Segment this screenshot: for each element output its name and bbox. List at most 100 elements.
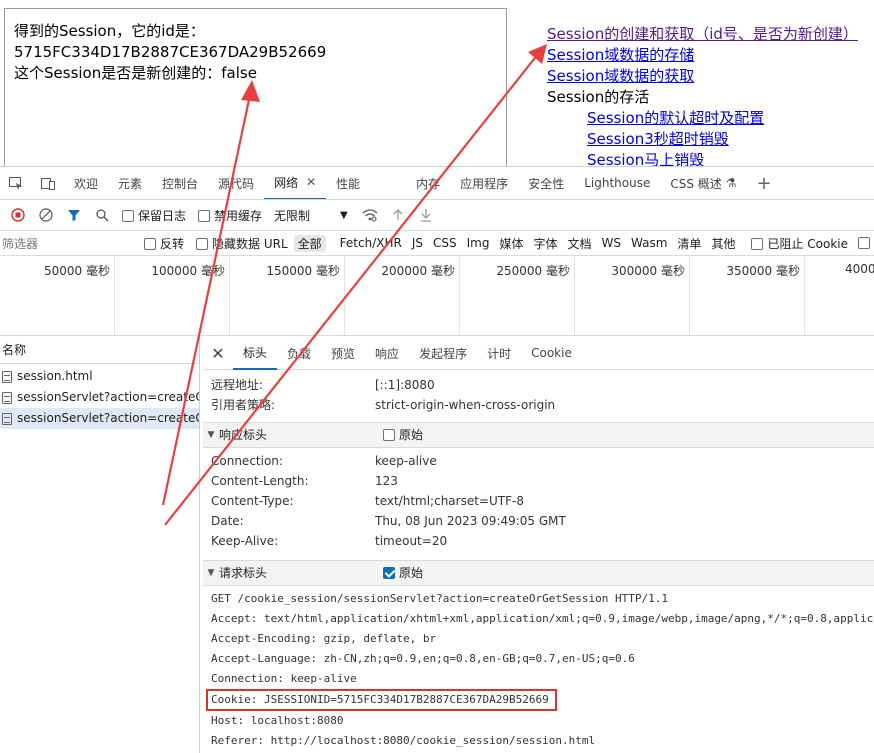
flask-icon: ⚗ [725, 176, 737, 190]
filter-type-wasm[interactable]: Wasm [627, 236, 671, 250]
tab-lighthouse[interactable]: Lighthouse [574, 167, 660, 199]
filter-type-css[interactable]: CSS [429, 236, 461, 250]
import-har-icon[interactable] [384, 208, 412, 222]
more-tabs-plus-icon[interactable]: + [747, 167, 782, 199]
tab-elements[interactable]: 元素 [108, 167, 152, 199]
request-list-header[interactable]: 名称 [0, 337, 199, 364]
response-header-row: Connection: keep-alive [203, 451, 874, 471]
tab-css-overview[interactable]: CSS 概述 ⚗ [660, 167, 746, 199]
raw-toggle[interactable]: 原始 [383, 422, 423, 448]
close-tab-icon[interactable]: ✕ [306, 175, 316, 189]
tab-memory[interactable]: 内存 [370, 167, 450, 199]
tab-timing[interactable]: 计时 [477, 337, 521, 370]
network-lower-area: 名称 session.html sessionServlet?action=cr… [0, 337, 874, 753]
session-text-line-1: 得到的Session，它的id是： [14, 22, 205, 40]
extra-checkbox[interactable] [858, 236, 874, 250]
link-list: Session的创建和获取（id号、是否为新创建） Session域数据的存储 … [547, 24, 874, 171]
link-create-get-session[interactable]: Session的创建和获取（id号、是否为新创建） [547, 24, 874, 45]
filter-type-media[interactable]: 媒体 [495, 235, 527, 252]
clear-icon[interactable] [32, 208, 60, 222]
timeline-tick: 50000 毫秒 [0, 256, 115, 335]
checkbox-box [751, 237, 764, 250]
filter-type-fetch-xhr[interactable]: Fetch/XHR [336, 236, 406, 250]
tab-application[interactable]: 应用程序 [450, 167, 518, 199]
preserve-log-label: 保留日志 [138, 208, 187, 223]
preserve-log-checkbox[interactable]: 保留日志 [122, 207, 186, 224]
cookie-highlight-box: Cookie: JSESSIONID=5715FC334D17B2887CE36… [206, 689, 557, 711]
tab-network[interactable]: 网络 ✕ [264, 167, 327, 199]
tab-payload[interactable]: 负载 [277, 337, 321, 370]
filter-icon[interactable] [60, 208, 88, 222]
request-row[interactable]: session.html [0, 366, 199, 387]
tab-preview[interactable]: 预览 [321, 337, 365, 370]
invert-checkbox[interactable]: 反转 [144, 235, 184, 252]
document-icon [2, 412, 12, 425]
export-har-icon[interactable] [412, 208, 440, 222]
checkbox-box [122, 209, 134, 222]
checkbox-box [383, 429, 395, 441]
general-row: 引用者策略: strict-origin-when-cross-origin [203, 395, 874, 415]
request-row[interactable]: sessionServlet?action=createOr... [0, 387, 199, 408]
tab-console[interactable]: 控制台 [152, 167, 208, 199]
link-store-session-data[interactable]: Session域数据的存储 [547, 45, 874, 66]
response-header-row: Content-Length: 123 [203, 471, 874, 491]
throttle-select[interactable]: 无限制 ▼ [274, 207, 348, 224]
filter-type-img[interactable]: Img [463, 236, 494, 250]
checkbox-box [198, 209, 211, 222]
raw-label: 原始 [399, 566, 424, 580]
response-header-row: Keep-Alive: timeout=20 [203, 531, 874, 551]
search-icon[interactable] [88, 208, 116, 222]
timeline-tick: 200000 毫秒 [345, 256, 460, 335]
filter-input[interactable]: 筛选器 [2, 233, 130, 253]
header-key: Content-Type: [211, 494, 294, 508]
request-row-selected[interactable]: sessionServlet?action=createOr... [0, 408, 199, 429]
tab-css-overview-label: CSS 概述 [670, 176, 722, 191]
request-headers-section[interactable]: ▼ 请求标头 原始 [203, 560, 874, 586]
inspect-icon[interactable] [0, 167, 32, 199]
tab-initiator[interactable]: 发起程序 [409, 337, 477, 370]
record-stop-icon[interactable] [4, 208, 32, 222]
filter-type-all[interactable]: 全部 [293, 234, 326, 252]
timeline-tick: 250000 毫秒 [460, 256, 575, 335]
filter-type-other[interactable]: 其他 [707, 235, 739, 252]
tab-security[interactable]: 安全性 [518, 167, 574, 199]
filter-bar: 筛选器 反转 隐藏数据 URL 全部 Fetch/XHR JS CSS Img … [0, 231, 874, 256]
link-3s-timeout[interactable]: Session3秒超时销毁 [587, 129, 874, 150]
network-conditions-icon[interactable] [356, 208, 384, 222]
raw-toggle[interactable]: 原始 [383, 560, 423, 586]
device-toolbar-icon[interactable] [32, 167, 64, 199]
document-icon [2, 391, 12, 404]
link-default-timeout[interactable]: Session的默认超时及配置 [587, 108, 874, 129]
close-icon[interactable]: ✕ [203, 344, 233, 363]
raw-request-line: Accept-Encoding: gzip, deflate, br [211, 632, 437, 645]
filter-type-doc[interactable]: 文档 [564, 235, 596, 252]
dropdown-caret-icon: ▼ [340, 209, 348, 221]
disable-cache-label: 禁用缓存 [214, 208, 263, 223]
general-row: 远程地址: [::1]:8080 [203, 375, 874, 395]
throttle-value: 无限制 [274, 208, 311, 223]
tab-cookies[interactable]: Cookie [521, 337, 582, 370]
tab-welcome[interactable]: 欢迎 [64, 167, 108, 199]
screenshot-root: 得到的Session，它的id是： 5715FC334D17B2887CE367… [0, 0, 874, 753]
timeline-tick: 300000 毫秒 [575, 256, 690, 335]
filter-type-font[interactable]: 字体 [530, 235, 562, 252]
checkbox-box [858, 237, 870, 249]
tab-performance[interactable]: 性能 [326, 167, 370, 199]
tab-headers[interactable]: 标头 [233, 337, 278, 370]
timeline-overview[interactable]: 50000 毫秒 100000 毫秒 150000 毫秒 200000 毫秒 2… [0, 256, 874, 336]
filter-type-ws[interactable]: WS [598, 236, 625, 250]
annotation-arrowhead [528, 44, 547, 64]
filter-type-manifest[interactable]: 清单 [673, 235, 705, 252]
response-headers-section[interactable]: ▼ 响应标头 原始 [203, 422, 874, 448]
devtools-tabbar: 欢迎 元素 控制台 源代码 网络 ✕ 性能 内存 应用程序 安全性 Lightho… [0, 167, 874, 200]
tab-response[interactable]: 响应 [365, 337, 409, 370]
request-list: 名称 session.html sessionServlet?action=cr… [0, 337, 200, 753]
link-get-session-data[interactable]: Session域数据的获取 [547, 66, 874, 87]
hide-data-url-checkbox[interactable]: 隐藏数据 URL [196, 235, 288, 252]
disable-cache-checkbox[interactable]: 禁用缓存 [198, 207, 262, 224]
filter-type-js[interactable]: JS [408, 236, 427, 250]
invert-label: 反转 [160, 236, 185, 251]
header-value: Thu, 08 Jun 2023 09:49:05 GMT [375, 514, 566, 528]
tab-sources[interactable]: 源代码 [208, 167, 264, 199]
blocked-cookies-checkbox[interactable]: 已阻止 Cookie [751, 235, 848, 252]
